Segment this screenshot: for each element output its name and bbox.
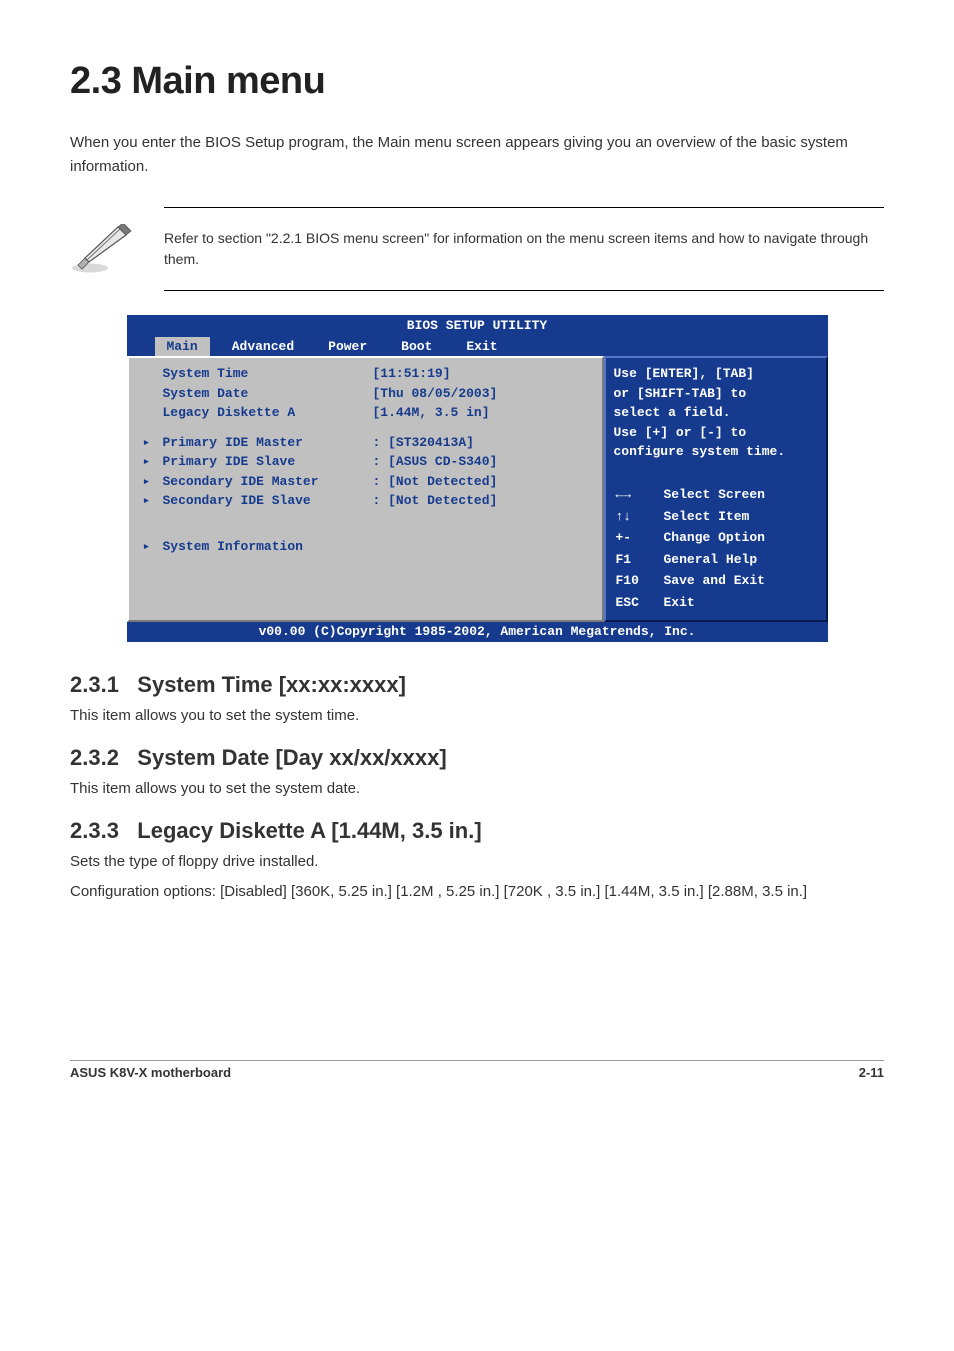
bios-row-sysinfo[interactable]: ▸ System Information bbox=[143, 537, 592, 557]
submenu-arrow-icon: ▸ bbox=[143, 537, 163, 557]
config-options-legacy: Configuration options: [Disabled] [360K,… bbox=[70, 883, 884, 900]
subheading-title: Legacy Diskette A [1.44M, 3.5 in.] bbox=[137, 818, 481, 843]
bios-row-sim[interactable]: ▸ Secondary IDE Master : [Not Detected] bbox=[143, 472, 592, 492]
subheading-number: 2.3.2 bbox=[70, 745, 119, 770]
page-footer: ASUS K8V-X motherboard 2-11 bbox=[70, 1060, 884, 1080]
bios-value: [11:51:19] bbox=[373, 364, 451, 384]
bios-label: Secondary IDE Master bbox=[163, 472, 373, 492]
bios-label: System Time bbox=[163, 364, 373, 384]
bios-label: Primary IDE Master bbox=[163, 433, 373, 453]
bios-row-sis[interactable]: ▸ Secondary IDE Slave : [Not Detected] bbox=[143, 491, 592, 511]
bios-screenshot: BIOS SETUP UTILITY Main Advanced Power B… bbox=[127, 315, 828, 642]
bios-nav-help: ←→Select Screen ↑↓Select Item +-Change O… bbox=[614, 483, 818, 614]
subheading-systemtime: 2.3.1 System Time [xx:xx:xxxx] bbox=[70, 672, 884, 698]
section-heading: 2.3 Main menu bbox=[70, 60, 884, 103]
bios-label: Legacy Diskette A bbox=[163, 403, 373, 423]
bios-label: System Date bbox=[163, 384, 373, 404]
footer-left: ASUS K8V-X motherboard bbox=[70, 1065, 231, 1080]
bios-value: : [ST320413A] bbox=[373, 433, 474, 453]
note-pen-icon bbox=[70, 224, 136, 274]
bios-tab-main[interactable]: Main bbox=[155, 337, 210, 357]
bios-value: [Thu 08/05/2003] bbox=[373, 384, 498, 404]
bios-label: Primary IDE Slave bbox=[163, 452, 373, 472]
footer-page-number: 2-11 bbox=[859, 1065, 884, 1080]
subheading-title: System Date [Day xx/xx/xxxx] bbox=[137, 745, 446, 770]
subtext-systemdate: This item allows you to set the system d… bbox=[70, 777, 884, 800]
subheading-number: 2.3.3 bbox=[70, 818, 119, 843]
note-text: Refer to section "2.2.1 BIOS menu screen… bbox=[164, 228, 884, 270]
bios-title: BIOS SETUP UTILITY bbox=[127, 315, 828, 337]
subheading-title: System Time [xx:xx:xxxx] bbox=[137, 672, 406, 697]
intro-paragraph: When you enter the BIOS Setup program, t… bbox=[70, 131, 884, 179]
bios-value: [1.44M, 3.5 in] bbox=[373, 403, 490, 423]
bios-value: : [ASUS CD-S340] bbox=[373, 452, 498, 472]
bios-label: System Information bbox=[163, 537, 373, 557]
bios-tab-boot[interactable]: Boot bbox=[389, 337, 444, 357]
bios-value: : [Not Detected] bbox=[373, 472, 498, 492]
bios-label: Secondary IDE Slave bbox=[163, 491, 373, 511]
bios-main-pane: System Time [11:51:19] System Date [Thu … bbox=[127, 356, 604, 622]
bios-help-text: Use [ENTER], [TAB] or [SHIFT-TAB] to sel… bbox=[614, 364, 818, 462]
subtext-systemtime: This item allows you to set the system t… bbox=[70, 704, 884, 727]
bios-row-systemdate[interactable]: System Date [Thu 08/05/2003] bbox=[143, 384, 592, 404]
note-block: Refer to section "2.2.1 BIOS menu screen… bbox=[70, 207, 884, 291]
submenu-arrow-icon: ▸ bbox=[143, 472, 163, 492]
bios-footer: v00.00 (C)Copyright 1985-2002, American … bbox=[127, 622, 828, 642]
subheading-systemdate: 2.3.2 System Date [Day xx/xx/xxxx] bbox=[70, 745, 884, 771]
bios-tab-power[interactable]: Power bbox=[316, 337, 379, 357]
bios-tab-exit[interactable]: Exit bbox=[454, 337, 509, 357]
submenu-arrow-icon: ▸ bbox=[143, 433, 163, 453]
subheading-number: 2.3.1 bbox=[70, 672, 119, 697]
bios-row-pis[interactable]: ▸ Primary IDE Slave : [ASUS CD-S340] bbox=[143, 452, 592, 472]
submenu-arrow-icon: ▸ bbox=[143, 491, 163, 511]
bios-row-systemtime[interactable]: System Time [11:51:19] bbox=[143, 364, 592, 384]
bios-row-pim[interactable]: ▸ Primary IDE Master : [ST320413A] bbox=[143, 433, 592, 453]
bios-row-legacy[interactable]: Legacy Diskette A [1.44M, 3.5 in] bbox=[143, 403, 592, 423]
subheading-legacy: 2.3.3 Legacy Diskette A [1.44M, 3.5 in.] bbox=[70, 818, 884, 844]
subtext-legacy: Sets the type of floppy drive installed. bbox=[70, 850, 884, 873]
bios-tab-bar: Main Advanced Power Boot Exit bbox=[127, 337, 828, 357]
bios-tab-advanced[interactable]: Advanced bbox=[220, 337, 306, 357]
bios-help-pane: Use [ENTER], [TAB] or [SHIFT-TAB] to sel… bbox=[604, 356, 828, 622]
bios-value: : [Not Detected] bbox=[373, 491, 498, 511]
submenu-arrow-icon: ▸ bbox=[143, 452, 163, 472]
